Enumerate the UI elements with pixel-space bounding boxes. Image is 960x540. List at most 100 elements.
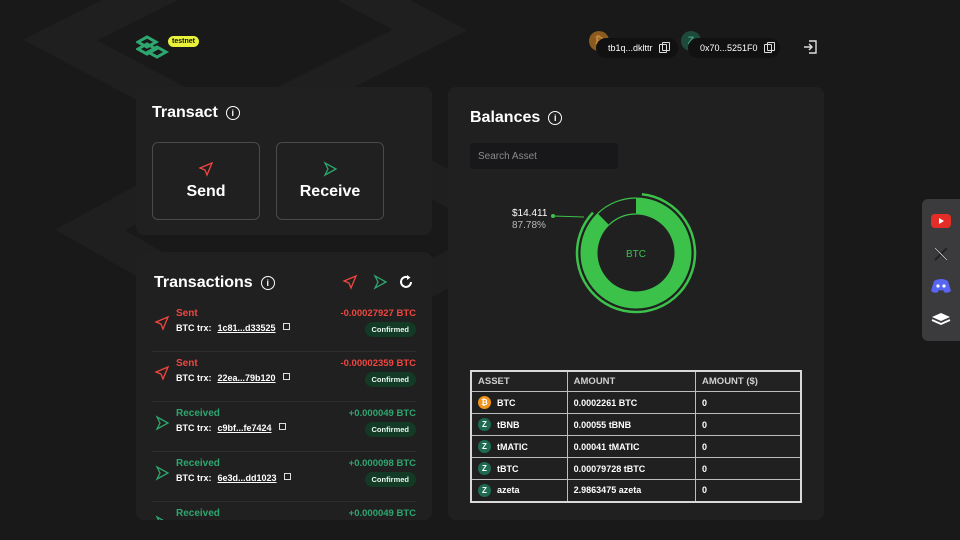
transact-title-text: Transact <box>152 104 218 121</box>
x-icon[interactable] <box>930 245 952 263</box>
external-link-icon[interactable] <box>283 472 291 480</box>
tx-amount: -0.00027927 BTC <box>340 308 416 319</box>
donut-legend-percent: 87.78% <box>512 220 546 231</box>
column-header[interactable]: ASSET <box>470 370 568 392</box>
btc-address: tb1q...dklttr <box>608 43 653 53</box>
transaction-row[interactable]: Received BTC trx: c9bf...fe7424 +0.000049… <box>152 402 416 452</box>
tx-trx: BTC trx: 1c81...d33525 <box>176 322 290 333</box>
zetachain-icon: Z <box>478 462 491 475</box>
tx-trx: BTC trx: c9bf...fe7424 <box>176 422 286 433</box>
network-badge: testnet <box>168 36 199 47</box>
search-asset-input[interactable] <box>470 143 618 169</box>
asset-usd: 0 <box>695 479 802 502</box>
zeta-address-pill[interactable]: 0x70...5251F0 <box>688 38 780 58</box>
filter-received-icon[interactable] <box>372 274 388 290</box>
transactions-title-text: Transactions <box>154 274 253 291</box>
transaction-row[interactable]: Received +0.000049 BTC <box>152 502 416 520</box>
tx-direction: Received <box>176 458 220 469</box>
asset-name: tBNB <box>497 419 520 430</box>
copy-icon[interactable] <box>658 41 670 53</box>
asset-name: BTC <box>497 397 516 408</box>
info-icon[interactable]: i <box>260 276 275 290</box>
send-button[interactable]: Send <box>152 142 260 220</box>
tx-amount: +0.000049 BTC <box>348 408 416 419</box>
asset-amount: 0.00079728 tBTC <box>566 457 697 480</box>
asset-amount: 0.00055 tBNB <box>566 413 697 436</box>
column-header[interactable]: AMOUNT ($) <box>695 370 802 392</box>
asset-usd: 0 <box>695 413 802 436</box>
sent-icon <box>154 315 170 331</box>
youtube-icon[interactable] <box>930 212 952 230</box>
tx-direction: Sent <box>176 308 198 319</box>
transaction-row[interactable]: Sent BTC trx: 22ea...79b120 -0.00002359 B… <box>152 352 416 402</box>
status-badge: Confirmed <box>364 422 416 437</box>
tx-hash-link[interactable]: 22ea...79b120 <box>218 373 276 383</box>
transaction-list: Sent BTC trx: 1c81...d33525 -0.00027927 B… <box>152 302 416 520</box>
tx-direction: Sent <box>176 358 198 369</box>
balances-card: Balances i $14.411 87.78% BTC ASSET AMOU… <box>448 87 824 520</box>
table-header-row: ASSET AMOUNT AMOUNT ($) <box>470 370 802 392</box>
tx-direction: Received <box>176 508 220 519</box>
send-icon <box>198 161 214 177</box>
received-icon <box>155 465 170 481</box>
transact-card: Transact i Send Receive <box>136 87 432 235</box>
transaction-row[interactable]: Received BTC trx: 6e3d...dd1023 +0.000098… <box>152 452 416 502</box>
table-row[interactable]: ₿ BTC 0.0002261 BTC 0 <box>470 391 802 414</box>
external-link-icon[interactable] <box>282 322 290 330</box>
asset-amount: 2.9863475 azeta <box>566 479 697 502</box>
tx-amount: -0.00002359 BTC <box>340 358 416 369</box>
column-header[interactable]: AMOUNT <box>566 370 697 392</box>
filter-sent-icon[interactable] <box>342 274 358 290</box>
asset-name: azeta <box>497 485 520 496</box>
table-row[interactable]: ZtBTC 0.00079728 tBTC 0 <box>470 457 802 480</box>
external-link-icon[interactable] <box>282 372 290 380</box>
transact-title: Transact i <box>152 104 240 122</box>
tx-trx-label: BTC trx: <box>176 323 212 333</box>
balances-title: Balances i <box>470 109 563 127</box>
zetachain-icon: Z <box>478 418 491 431</box>
transactions-card: Transactions i Sent BTC trx: 1c81...d3352… <box>136 252 432 520</box>
receive-button[interactable]: Receive <box>276 142 384 220</box>
tx-hash-link[interactable]: 1c81...d33525 <box>218 323 276 333</box>
transactions-title: Transactions i <box>154 274 275 292</box>
donut-center-label: BTC <box>626 249 646 260</box>
external-link-icon[interactable] <box>278 422 286 430</box>
received-icon <box>155 515 164 520</box>
discord-icon[interactable] <box>930 277 952 295</box>
tx-hash-link[interactable]: c9bf...fe7424 <box>218 423 272 433</box>
tx-amount: +0.000098 BTC <box>348 458 416 469</box>
bitcoin-icon: ₿ <box>478 396 491 409</box>
btc-address-pill[interactable]: tb1q...dklttr <box>596 38 678 58</box>
asset-name: tBTC <box>497 463 519 474</box>
donut-other-slice-fill <box>604 206 635 219</box>
donut-legend-value: $14.411 <box>512 208 548 219</box>
tx-trx: BTC trx: 6e3d...dd1023 <box>176 472 291 483</box>
docs-icon[interactable] <box>930 310 952 328</box>
zeta-address: 0x70...5251F0 <box>700 43 758 53</box>
asset-amount: 0.00041 tMATIC <box>566 435 697 458</box>
asset-amount: 0.0002261 BTC <box>566 391 697 414</box>
tx-trx-label: BTC trx: <box>176 423 212 433</box>
copy-icon[interactable] <box>763 41 775 53</box>
info-icon[interactable]: i <box>548 111 563 125</box>
tx-trx: BTC trx: 22ea...79b120 <box>176 372 290 383</box>
sent-icon <box>154 365 170 381</box>
status-badge: Confirmed <box>364 372 416 387</box>
logout-icon[interactable] <box>802 39 818 55</box>
table-row[interactable]: Zazeta 2.9863475 azeta 0 <box>470 479 802 502</box>
social-sidebar <box>922 199 960 341</box>
tx-hash-link[interactable]: 6e3d...dd1023 <box>218 473 277 483</box>
balance-donut-chart[interactable]: BTC <box>548 183 708 323</box>
asset-usd: 0 <box>695 435 802 458</box>
app-logo[interactable] <box>136 33 170 61</box>
balances-title-text: Balances <box>470 109 541 126</box>
status-badge: Confirmed <box>364 472 416 487</box>
table-row[interactable]: ZtBNB 0.00055 tBNB 0 <box>470 413 802 436</box>
transaction-row[interactable]: Sent BTC trx: 1c81...d33525 -0.00027927 B… <box>152 302 416 352</box>
info-icon[interactable]: i <box>225 106 240 120</box>
refresh-icon[interactable] <box>398 274 414 290</box>
tx-trx-label: BTC trx: <box>176 373 212 383</box>
receive-icon <box>323 161 338 177</box>
table-row[interactable]: ZtMATIC 0.00041 tMATIC 0 <box>470 435 802 458</box>
asset-usd: 0 <box>695 457 802 480</box>
